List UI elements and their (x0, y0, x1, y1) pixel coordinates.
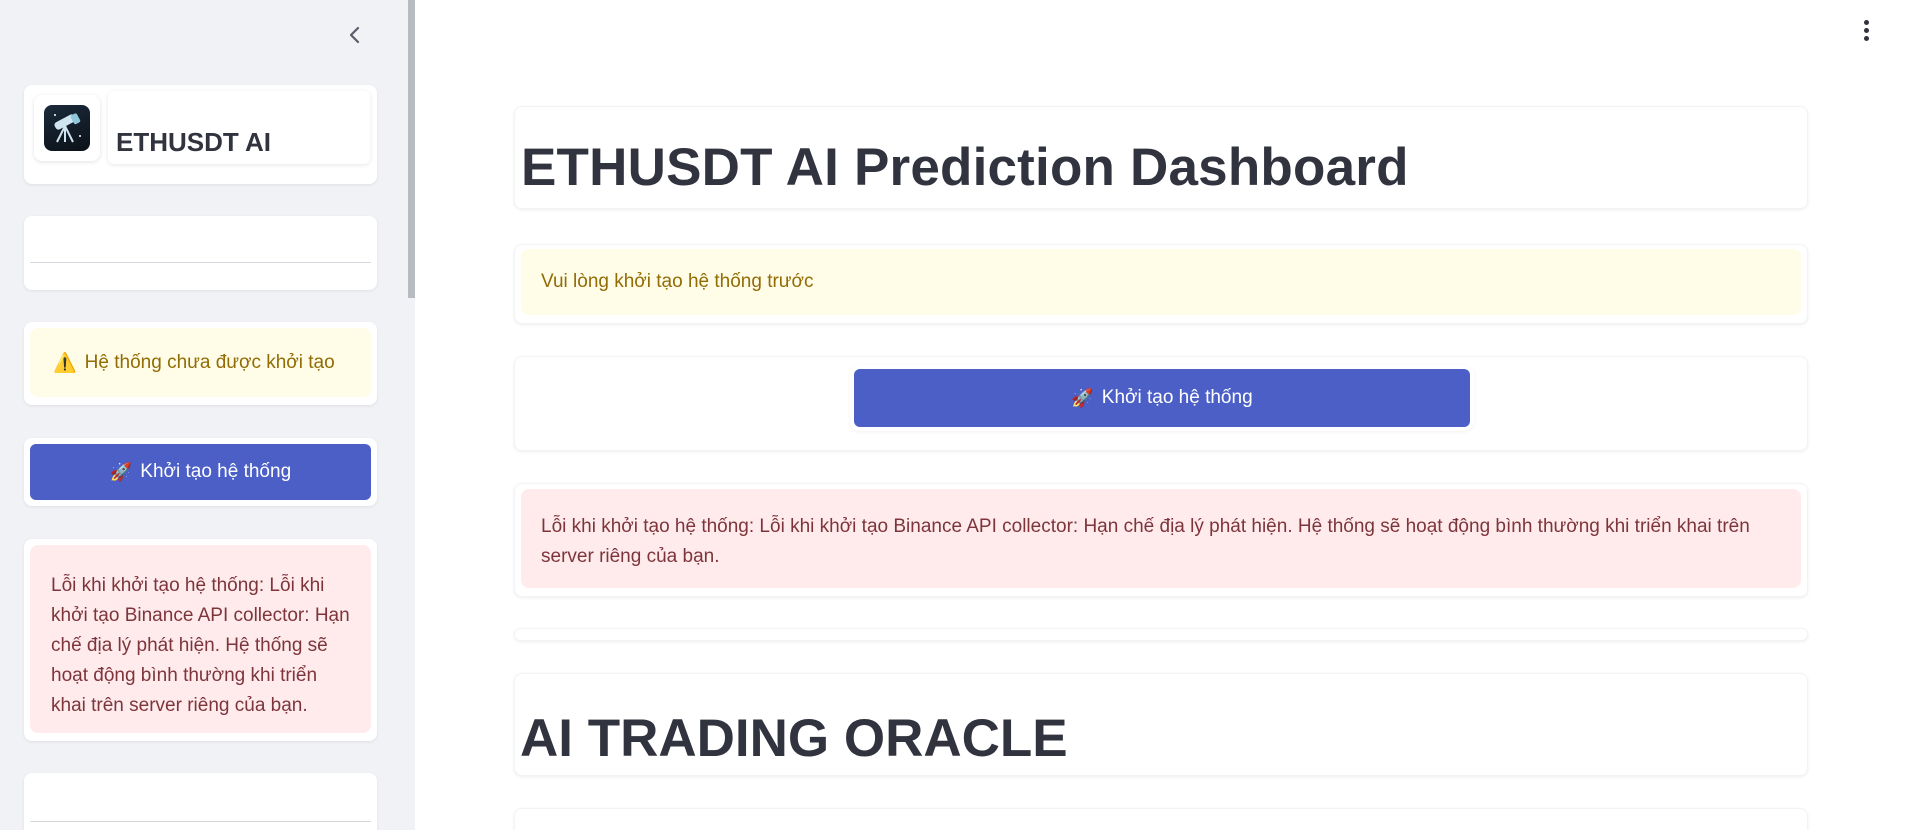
main-menu-button[interactable] (1856, 16, 1876, 44)
info-message: Vui lòng khởi tạo hệ thống trước (521, 249, 1801, 315)
collapse-sidebar-button[interactable] (342, 22, 368, 48)
init-button-card: 🚀 Khởi tạo hệ thống (514, 356, 1808, 451)
title-card: ETHUSDT AI Prediction Dashboard (514, 106, 1808, 209)
warning-icon: ⚠️ (53, 352, 77, 374)
status-warning-card: ⚠️ Hệ thống chưa được khởi tạo (24, 322, 377, 405)
sidebar-init-system-button[interactable]: 🚀 Khởi tạo hệ thống (30, 444, 371, 500)
page-title: ETHUSDT AI Prediction Dashboard (521, 138, 1409, 197)
sidebar-error-message: Lỗi khi khởi tạo hệ thống: Lỗi khi khởi … (30, 545, 371, 733)
more-vertical-icon (1863, 19, 1869, 25)
sidebar-bottom-card (24, 773, 377, 830)
app-logo (34, 95, 100, 161)
divider (30, 262, 371, 263)
app-title: ETHUSDT AI (116, 127, 272, 157)
divider (30, 821, 371, 822)
init-system-button[interactable]: 🚀 Khởi tạo hệ thống (854, 369, 1470, 427)
status-warning: ⚠️ Hệ thống chưa được khởi tạo (30, 328, 371, 397)
section-title: AI TRADING ORACLE (520, 709, 1068, 768)
init-button-label: Khởi tạo hệ thống (1101, 387, 1253, 408)
sidebar-init-button-label: Khởi tạo hệ thống (140, 461, 292, 482)
sidebar-scrollbar[interactable] (408, 0, 415, 298)
sidebar: ETHUSDT AI ⚠️ Hệ thống chưa được khởi tạ… (0, 0, 415, 830)
sidebar-init-button-card: 🚀 Khởi tạo hệ thống (24, 438, 377, 506)
sidebar-logo-card: ETHUSDT AI (24, 85, 377, 184)
empty-container (514, 628, 1808, 641)
error-message: Lỗi khi khởi tạo hệ thống: Lỗi khi khởi … (521, 489, 1801, 588)
error-card: Lỗi khi khởi tạo hệ thống: Lỗi khi khởi … (514, 483, 1808, 597)
next-container (514, 808, 1808, 830)
info-card: Vui lòng khởi tạo hệ thống trước (514, 244, 1808, 324)
telescope-icon (44, 105, 90, 151)
app-title-box: ETHUSDT AI (108, 91, 370, 164)
sidebar-divider-card (24, 216, 377, 290)
oracle-card: AI TRADING ORACLE (514, 673, 1808, 776)
chevron-left-icon (349, 26, 360, 44)
sidebar-error-card: Lỗi khi khởi tạo hệ thống: Lỗi khi khởi … (24, 539, 377, 741)
rocket-icon: 🚀 (109, 461, 133, 482)
rocket-icon: 🚀 (1071, 387, 1094, 408)
status-warning-text: Hệ thống chưa được khởi tạo (84, 351, 335, 373)
